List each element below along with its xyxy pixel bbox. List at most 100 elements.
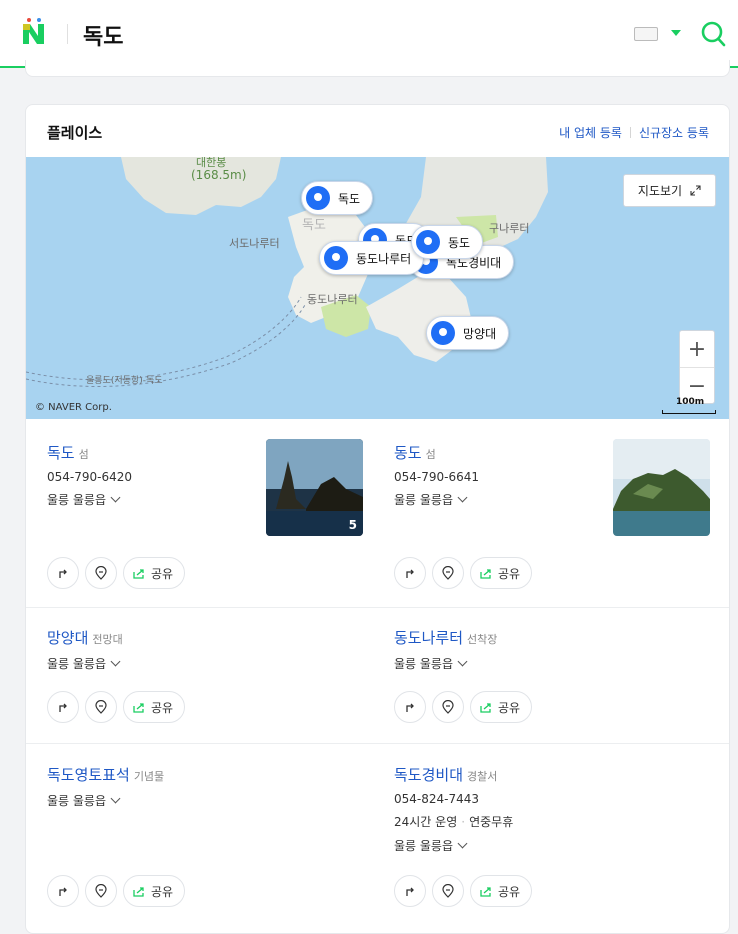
place-actions: 공유 <box>394 875 533 907</box>
expand-icon <box>690 185 701 196</box>
directions-button[interactable] <box>394 875 426 907</box>
map-location-button[interactable] <box>432 875 464 907</box>
share-label: 공유 <box>498 700 521 715</box>
search-icon[interactable] <box>700 20 726 48</box>
search-header: 독도 <box>0 0 738 68</box>
section-title: 플레이스 <box>47 124 103 142</box>
address-text: 울릉 울릉읍 <box>394 657 454 671</box>
scale-label: 100m <box>676 397 705 407</box>
share-button[interactable]: 공유 <box>470 557 533 589</box>
share-icon <box>133 886 144 897</box>
address-text: 울릉 울릉읍 <box>47 657 107 671</box>
place-address[interactable]: 울릉 울릉읍 <box>394 655 724 672</box>
map-pin-icon <box>95 884 107 898</box>
place-category: 선착장 <box>467 633 498 646</box>
zoom-control: + − <box>679 330 715 404</box>
place-name[interactable]: 망양대 <box>47 629 88 647</box>
share-label: 공유 <box>151 566 174 581</box>
share-button[interactable]: 공유 <box>123 557 186 589</box>
keyboard-icon[interactable] <box>634 27 658 41</box>
address-text: 울릉 울릉읍 <box>47 794 107 808</box>
directions-button[interactable] <box>47 875 79 907</box>
place-item: 망양대 전망대 울릉 울릉읍 <box>47 627 377 672</box>
place-name[interactable]: 독도 <box>47 444 75 462</box>
address-text: 울릉 울릉읍 <box>394 493 454 507</box>
directions-button[interactable] <box>394 691 426 723</box>
row-divider <box>26 607 729 608</box>
map-label-old-pier: 구나루터 <box>489 222 530 235</box>
place-category: 기념물 <box>133 770 165 783</box>
search-query[interactable]: 독도 <box>83 19 123 51</box>
share-button[interactable]: 공유 <box>470 691 533 723</box>
directions-button[interactable] <box>47 557 79 589</box>
map-pin-dokdo[interactable]: 독도 <box>301 181 374 215</box>
place-address[interactable]: 울릉 울릉읍 <box>47 792 377 809</box>
header-divider <box>67 24 68 44</box>
share-button[interactable]: 공유 <box>123 875 186 907</box>
map-location-button[interactable] <box>432 691 464 723</box>
share-icon <box>133 568 144 579</box>
place-item: 동도나루터 선착장 울릉 울릉읍 <box>394 627 724 672</box>
place-name[interactable]: 독도영토표석 <box>47 766 130 784</box>
share-label: 공유 <box>498 884 521 899</box>
place-address[interactable]: 울릉 울릉읍 <box>47 655 377 672</box>
separator-dot: · <box>461 815 466 829</box>
directions-button[interactable] <box>394 557 426 589</box>
naver-logo-icon[interactable] <box>20 16 48 46</box>
map-label-dokdo: 독도 <box>302 218 326 233</box>
share-icon <box>480 702 491 713</box>
place-category: 전망대 <box>92 633 123 646</box>
map-label-ferry-route: 울릉도(저동항)-독도 <box>86 376 163 386</box>
register-new-place-link[interactable]: 신규장소 등록 <box>639 124 709 141</box>
share-button[interactable]: 공유 <box>470 875 533 907</box>
dongdo-photo-image <box>613 439 710 536</box>
map-pin-dongdo-pier[interactable]: 동도나루터 <box>319 241 425 275</box>
location-pin-icon <box>306 186 330 210</box>
place-actions: 공유 <box>394 691 533 723</box>
place-map[interactable]: 대한봉 (168.5m) 독도 서도나루터 동도나루터 구나루터 울릉도(저동항… <box>26 157 729 419</box>
map-location-button[interactable] <box>85 557 117 589</box>
share-label: 공유 <box>151 700 174 715</box>
place-item: 독도경비대 경찰서 054-824-7443 24시간 운영 · 연중무휴 울릉 울릉… <box>394 764 724 854</box>
directions-button[interactable] <box>47 691 79 723</box>
map-location-button[interactable] <box>85 691 117 723</box>
place-section: 플레이스 내 업체 등록 신규장소 등록 대한봉 (168.5m) 독도 서도나… <box>25 104 730 934</box>
pin-label: 독도 <box>338 191 361 206</box>
view-map-button[interactable]: 지도보기 <box>623 174 716 207</box>
caret-down-icon[interactable] <box>671 30 681 36</box>
pin-label: 망양대 <box>463 326 497 341</box>
place-photo[interactable] <box>613 439 710 536</box>
share-icon <box>480 886 491 897</box>
map-pin-mangyangdae[interactable]: 망양대 <box>426 316 510 350</box>
map-pin-icon <box>442 700 454 714</box>
map-label-elevation: (168.5m) <box>191 168 247 182</box>
map-location-button[interactable] <box>85 875 117 907</box>
map-location-button[interactable] <box>432 557 464 589</box>
map-pin-icon <box>442 566 454 580</box>
place-phone: 054-824-7443 <box>394 792 480 806</box>
zoom-in-button[interactable]: + <box>680 331 714 368</box>
place-actions: 공유 <box>47 557 186 589</box>
map-pin-dongdo[interactable]: 동도 <box>411 225 484 259</box>
map-label-seodo-pier: 서도나루터 <box>229 237 280 250</box>
directions-icon <box>406 887 414 896</box>
link-divider <box>629 127 631 138</box>
scale-bar <box>662 410 716 414</box>
location-pin-icon <box>416 230 440 254</box>
share-button[interactable]: 공유 <box>123 691 186 723</box>
directions-icon <box>59 887 67 896</box>
place-name[interactable]: 동도나루터 <box>394 629 463 647</box>
place-address[interactable]: 울릉 울릉읍 <box>394 837 724 854</box>
place-name[interactable]: 독도경비대 <box>394 766 463 784</box>
share-label: 공유 <box>498 566 521 581</box>
place-category: 섬 <box>425 448 436 461</box>
place-actions: 공유 <box>47 875 186 907</box>
map-label-dongdo-pier: 동도나루터 <box>307 293 358 306</box>
place-photo[interactable]: 5 <box>266 439 363 536</box>
register-my-business-link[interactable]: 내 업체 등록 <box>559 124 622 141</box>
place-item: 독도영토표석 기념물 울릉 울릉읍 <box>47 764 377 809</box>
view-map-label: 지도보기 <box>637 184 683 198</box>
directions-icon <box>406 703 414 712</box>
place-name[interactable]: 동도 <box>394 444 422 462</box>
previous-section-edge <box>25 60 730 77</box>
